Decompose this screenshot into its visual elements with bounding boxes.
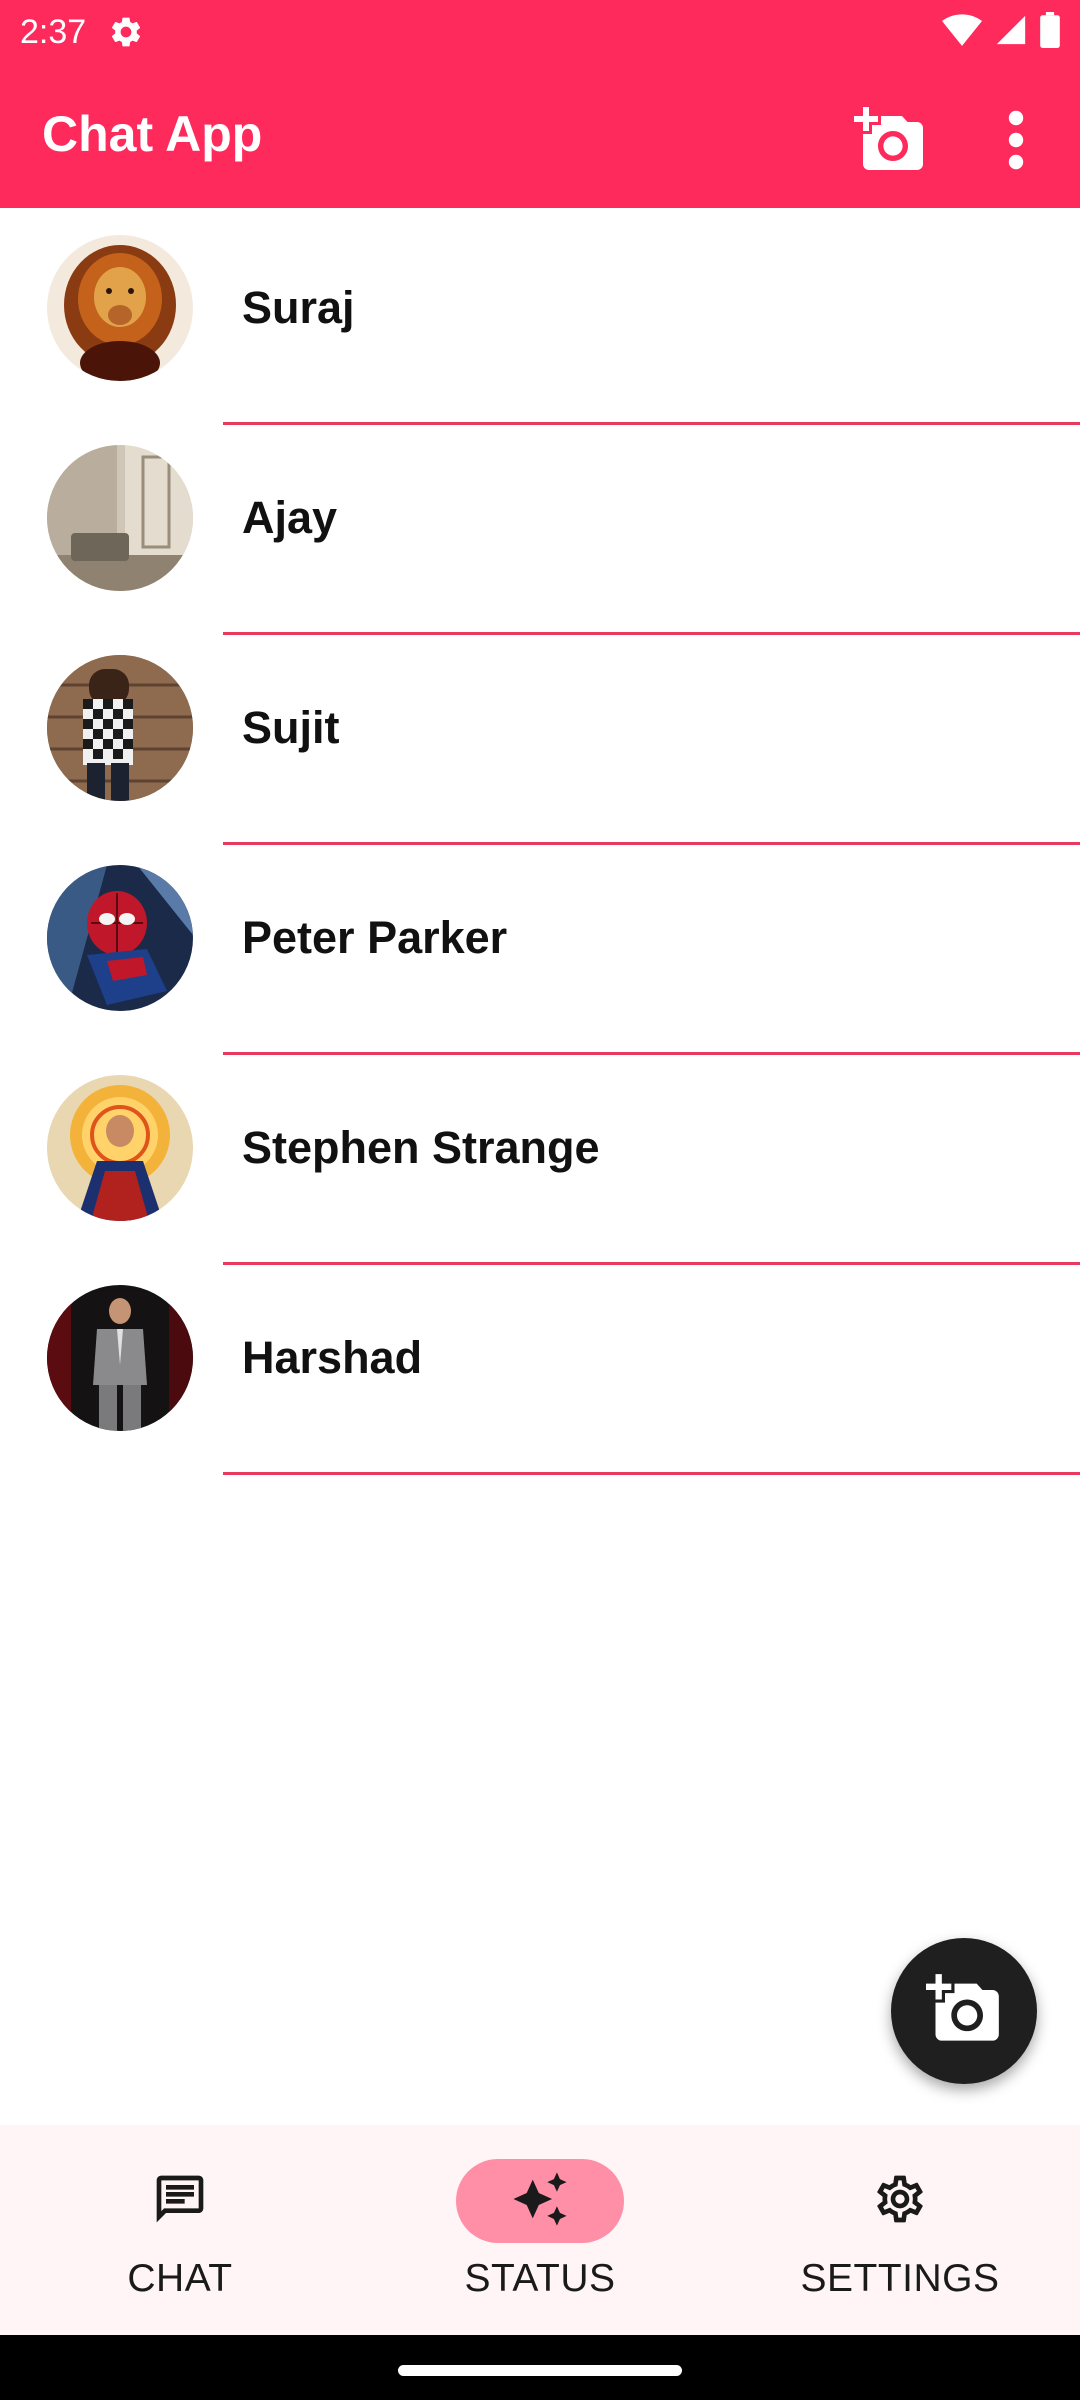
chat-icon [152, 2171, 208, 2232]
nav-label-chat: CHAT [127, 2257, 233, 2300]
status-icons [942, 11, 1060, 53]
wifi-icon [942, 13, 982, 52]
chat-app-screen: 2:37 Chat App Suraj Ajay Sujit Peter Par… [0, 0, 1080, 2400]
home-gesture-handle[interactable] [398, 2365, 682, 2376]
auto-awesome-icon [511, 2170, 569, 2233]
contact-row[interactable]: Stephen Strange [0, 1048, 1080, 1265]
contact-name: Harshad [242, 1332, 423, 1383]
more-vert-icon[interactable] [990, 108, 1042, 172]
contact-row[interactable]: Peter Parker [0, 838, 1080, 1055]
add-photo-icon[interactable] [854, 104, 926, 176]
contact-row[interactable]: Suraj [0, 208, 1080, 425]
avatar[interactable] [47, 445, 193, 591]
settings-icon [108, 14, 144, 50]
avatar[interactable] [47, 235, 193, 381]
contact-name: Ajay [242, 492, 338, 543]
contact-name: Suraj [242, 282, 355, 333]
nav-item-status[interactable]: STATUS [390, 2125, 690, 2335]
avatar[interactable] [47, 1285, 193, 1431]
avatar[interactable] [47, 655, 193, 801]
bottom-navigation: CHAT STATUS SETTINGS [0, 2125, 1080, 2335]
contact-row[interactable]: Sujit [0, 628, 1080, 845]
nav-label-settings: SETTINGS [800, 2257, 1000, 2300]
gear-icon [872, 2171, 928, 2232]
contact-name: Stephen Strange [242, 1122, 600, 1173]
top-app-area: 2:37 Chat App [0, 0, 1080, 208]
status-time: 2:37 [20, 13, 87, 51]
nav-label-status: STATUS [464, 2257, 616, 2300]
app-bar: Chat App [0, 64, 1080, 208]
contact-row[interactable]: Harshad [0, 1258, 1080, 1475]
status-bar: 2:37 [0, 0, 1080, 64]
nav-item-settings[interactable]: SETTINGS [750, 2125, 1050, 2335]
avatar[interactable] [47, 1075, 193, 1221]
contact-list: Suraj Ajay Sujit Peter Parker Stephen St… [0, 208, 1080, 1475]
divider [223, 1472, 1080, 1475]
app-title: Chat App [42, 106, 263, 162]
gesture-navigation-bar [0, 2335, 1080, 2400]
add-photo-icon [926, 1971, 1002, 2052]
nav-icon-container [456, 2159, 624, 2243]
add-status-fab[interactable] [891, 1938, 1037, 2084]
nav-icon-container [816, 2159, 984, 2243]
nav-item-chat[interactable]: CHAT [30, 2125, 330, 2335]
avatar[interactable] [47, 865, 193, 1011]
nav-icon-container [96, 2159, 264, 2243]
contact-row[interactable]: Ajay [0, 418, 1080, 635]
contact-name: Sujit [242, 702, 340, 753]
contact-name: Peter Parker [242, 912, 508, 963]
cellular-signal-icon [994, 13, 1028, 52]
battery-icon [1040, 11, 1060, 53]
